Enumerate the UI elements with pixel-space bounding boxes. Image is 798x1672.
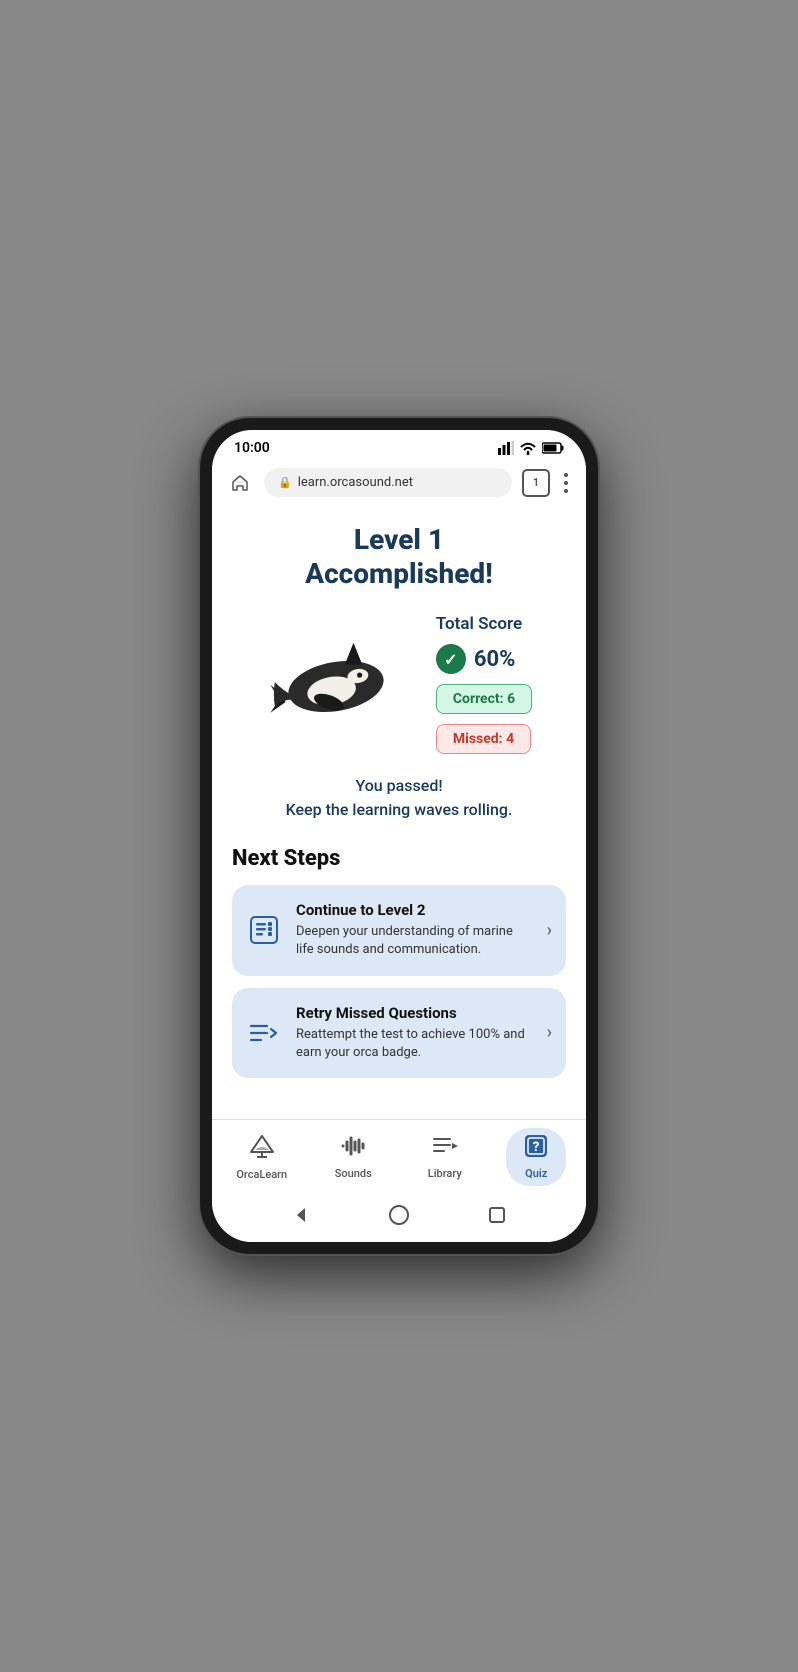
nav-library[interactable]: Library [415, 1135, 475, 1180]
title-line2: Accomplished! [305, 557, 493, 590]
status-icons [498, 441, 564, 455]
orcalearn-icon [249, 1134, 275, 1164]
next-steps-title: Next Steps [232, 846, 566, 871]
sounds-icon [340, 1135, 366, 1163]
next-steps-section: Next Steps [232, 846, 566, 1078]
status-time: 10:00 [234, 440, 270, 456]
score-label: Total Score [436, 614, 522, 634]
url-bar[interactable]: 🔒 learn.orcasound.net [264, 468, 512, 497]
check-icon: ✓ [436, 644, 466, 674]
nav-sounds-label: Sounds [335, 1167, 372, 1180]
system-nav [212, 1192, 586, 1242]
wifi-icon [519, 442, 537, 455]
lock-icon: 🔒 [278, 476, 292, 489]
browser-bar: 🔒 learn.orcasound.net 1 [212, 462, 586, 503]
svg-text:?: ? [533, 1140, 540, 1155]
library-icon [432, 1135, 458, 1163]
status-bar: 10:00 [212, 430, 586, 462]
score-section: Total Score ✓ 60% Correct: 6 Missed: 4 [232, 614, 566, 754]
battery-icon [542, 442, 564, 454]
nav-orcalearn[interactable]: OrcaLearn [232, 1134, 292, 1181]
step-arrow-retry: › [547, 1022, 552, 1043]
nav-orcalearn-label: OrcaLearn [236, 1168, 287, 1181]
menu-dot-1 [564, 473, 568, 477]
level2-icon [246, 912, 282, 948]
home-circle-button[interactable] [386, 1202, 412, 1228]
score-info: Total Score ✓ 60% Correct: 6 Missed: 4 [436, 614, 532, 754]
step-desc-retry: Reattempt the test to achieve 100% and e… [296, 1026, 533, 1062]
nav-sounds[interactable]: Sounds [323, 1135, 383, 1180]
bottom-nav: OrcaLearn Sounds [212, 1119, 586, 1192]
step-card-retry[interactable]: Retry Missed Questions Reattempt the tes… [232, 988, 566, 1078]
quiz-active-bg: ? Quiz [506, 1128, 566, 1186]
step-title-level2: Continue to Level 2 [296, 901, 533, 919]
home-button[interactable] [226, 469, 254, 497]
step-text-level2: Continue to Level 2 Deepen your understa… [296, 901, 533, 959]
nav-library-label: Library [428, 1167, 462, 1180]
pass-message-line2: Keep the learning waves rolling. [286, 800, 513, 819]
step-title-retry: Retry Missed Questions [296, 1004, 533, 1022]
pass-message-line1: You passed! [355, 776, 442, 795]
back-button[interactable] [288, 1202, 314, 1228]
pass-message: You passed! Keep the learning waves roll… [232, 774, 566, 822]
percent-value: 60% [474, 647, 516, 672]
step-arrow-level2: › [547, 920, 552, 941]
step-card-level2[interactable]: Continue to Level 2 Deepen your understa… [232, 885, 566, 975]
nav-quiz[interactable]: ? Quiz [506, 1128, 566, 1186]
step-text-retry: Retry Missed Questions Reattempt the tes… [296, 1004, 533, 1062]
missed-badge: Missed: 4 [436, 724, 531, 754]
title-line1: Level 1 [354, 523, 444, 556]
menu-button[interactable] [560, 469, 572, 497]
step-desc-level2: Deepen your understanding of marine life… [296, 923, 533, 959]
correct-badge: Correct: 6 [436, 684, 532, 714]
recents-button[interactable] [484, 1202, 510, 1228]
orca-illustration [266, 634, 406, 734]
main-content: Level 1 Accomplished! [212, 503, 586, 1119]
phone-screen: 10:00 [212, 430, 586, 1242]
quiz-icon: ? [524, 1134, 548, 1163]
phone-frame: 10:00 [200, 418, 598, 1254]
menu-dot-2 [564, 481, 568, 485]
tab-button[interactable]: 1 [522, 469, 550, 497]
nav-quiz-label: Quiz [525, 1167, 547, 1180]
score-percent: ✓ 60% [436, 644, 516, 674]
menu-dot-3 [564, 489, 568, 493]
url-text: learn.orcasound.net [298, 475, 413, 490]
signal-icon [498, 441, 514, 455]
retry-icon [246, 1015, 282, 1051]
page-title: Level 1 Accomplished! [232, 523, 566, 590]
